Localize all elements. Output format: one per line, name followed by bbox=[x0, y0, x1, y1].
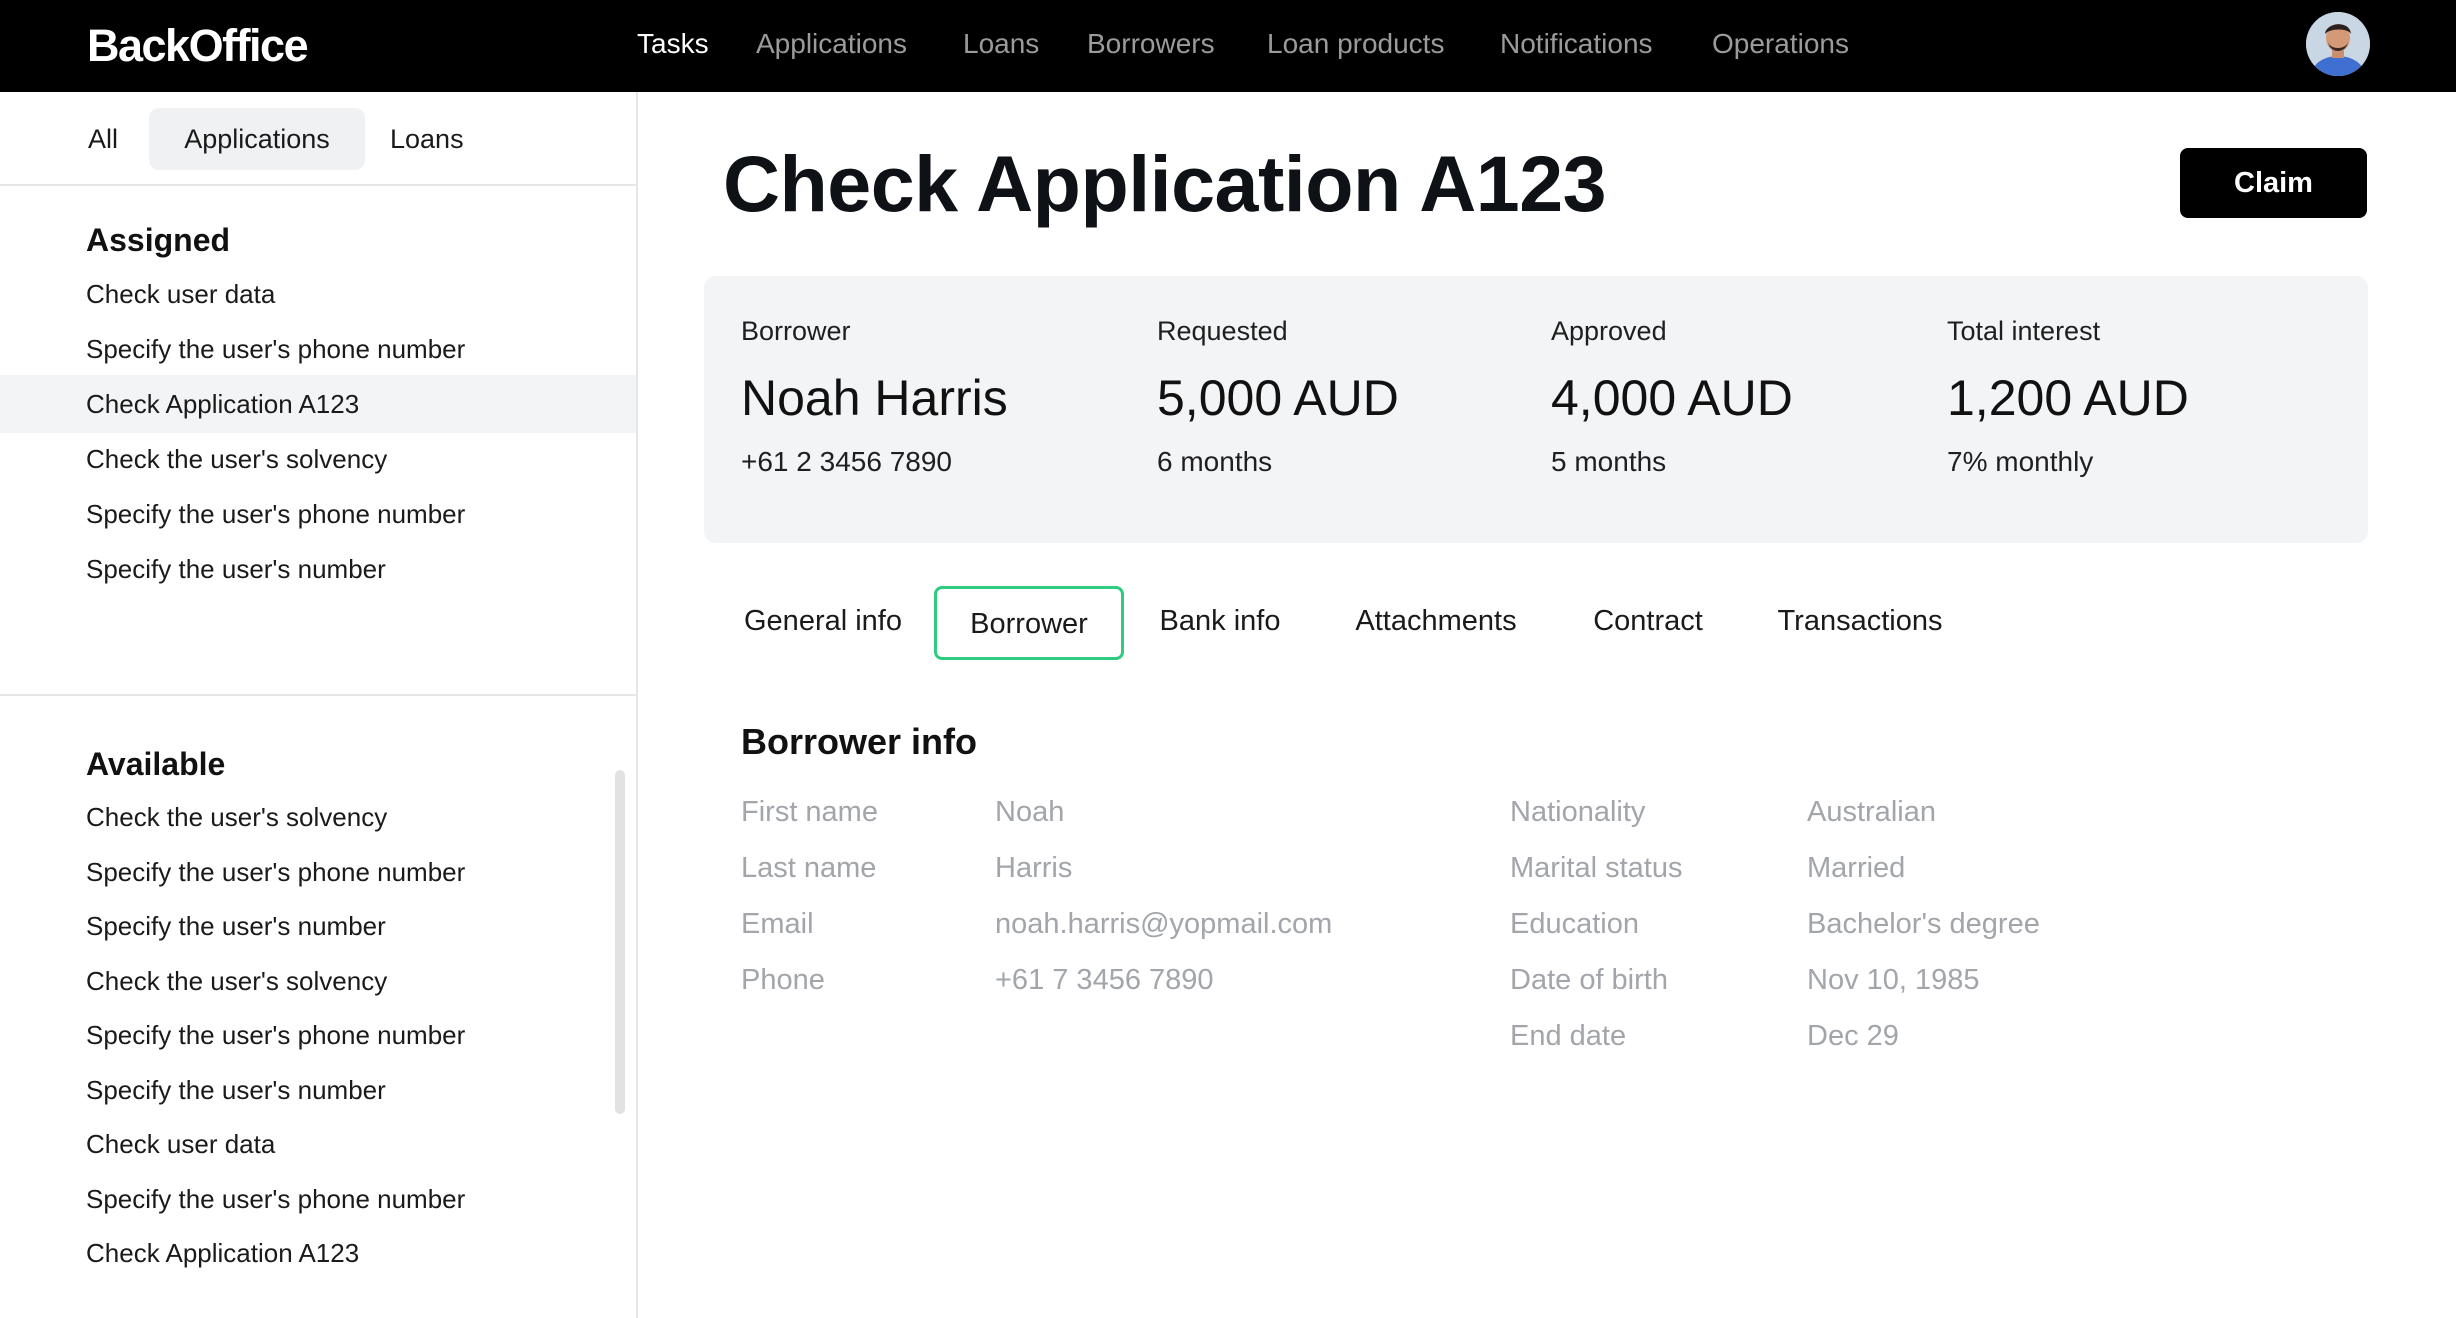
tab-bank-info[interactable]: Bank info bbox=[1143, 586, 1297, 660]
assigned-task-item[interactable]: Specify the user's number bbox=[0, 540, 636, 598]
tab-transactions[interactable]: Transactions bbox=[1762, 586, 1958, 660]
nav-item-loan-products[interactable]: Loan products bbox=[1267, 26, 1444, 62]
task-sidebar: All Applications Loans Assigned Check us… bbox=[0, 92, 638, 1318]
total-interest-label: Total interest bbox=[1947, 316, 2101, 346]
sidebar-divider bbox=[0, 694, 636, 696]
claim-button[interactable]: Claim bbox=[2180, 148, 2367, 218]
approved-amount: 4,000 AUD bbox=[1551, 370, 1793, 426]
nav-item-applications[interactable]: Applications bbox=[756, 26, 907, 62]
sidebar-divider bbox=[0, 184, 636, 186]
nav-item-borrowers[interactable]: Borrowers bbox=[1087, 26, 1215, 62]
requested-term: 6 months bbox=[1157, 446, 1273, 477]
nationality-value: Australian bbox=[1807, 796, 1936, 828]
nav-item-loans[interactable]: Loans bbox=[963, 26, 1039, 62]
available-task-item[interactable]: Check the user's solvency bbox=[0, 788, 636, 846]
end-date-label: End date bbox=[1510, 1020, 1627, 1052]
phone-value: +61 7 3456 7890 bbox=[995, 964, 1214, 996]
end-date-value: Dec 29 bbox=[1807, 1020, 1899, 1052]
assigned-task-item[interactable]: Check the user's solvency bbox=[0, 430, 636, 488]
top-bar: BackOffice Tasks Applications Loans Borr… bbox=[0, 0, 2456, 92]
nav-item-tasks[interactable]: Tasks bbox=[637, 26, 709, 62]
assigned-task-item[interactable]: Specify the user's phone number bbox=[0, 320, 636, 378]
nav-item-operations[interactable]: Operations bbox=[1712, 26, 1849, 62]
education-value: Bachelor's degree bbox=[1807, 908, 2040, 940]
marital-status-value: Married bbox=[1807, 852, 1906, 884]
available-task-item[interactable]: Specify the user's phone number bbox=[0, 843, 636, 901]
borrower-name: Noah Harris bbox=[741, 370, 1008, 426]
available-task-item[interactable]: Check the user's solvency bbox=[0, 952, 636, 1010]
assigned-task-item[interactable]: Specify the user's phone number bbox=[0, 485, 636, 543]
approved-term: 5 months bbox=[1551, 446, 1667, 477]
available-task-item[interactable]: Specify the user's phone number bbox=[0, 1170, 636, 1228]
assigned-task-item-selected[interactable]: Check Application A123 bbox=[0, 375, 636, 433]
total-interest-amount: 1,200 AUD bbox=[1947, 370, 2189, 426]
nav-item-notifications[interactable]: Notifications bbox=[1500, 26, 1653, 62]
borrower-phone: +61 2 3456 7890 bbox=[741, 446, 952, 477]
borrower-info-title: Borrower info bbox=[741, 721, 978, 762]
loan-summary-card: Borrower Noah Harris +61 2 3456 7890 Req… bbox=[704, 276, 2368, 543]
available-section-title: Available bbox=[86, 746, 226, 782]
sidebar-scrollbar[interactable] bbox=[615, 770, 625, 1114]
available-task-item[interactable]: Check user data bbox=[0, 1115, 636, 1173]
first-name-value: Noah bbox=[995, 796, 1065, 828]
interest-rate: 7% monthly bbox=[1947, 446, 2094, 477]
last-name-label: Last name bbox=[741, 852, 877, 884]
nationality-label: Nationality bbox=[1510, 796, 1646, 828]
last-name-value: Harris bbox=[995, 852, 1073, 884]
sidebar-tab-all[interactable]: All bbox=[76, 108, 134, 170]
available-task-item[interactable]: Specify the user's number bbox=[0, 897, 636, 955]
tab-contract[interactable]: Contract bbox=[1573, 586, 1723, 660]
available-task-item[interactable]: Specify the user's number bbox=[0, 1061, 636, 1119]
sidebar-tab-loans[interactable]: Loans bbox=[380, 108, 480, 170]
tab-borrower[interactable]: Borrower bbox=[934, 586, 1124, 660]
date-of-birth-value: Nov 10, 1985 bbox=[1807, 964, 1980, 996]
approved-label: Approved bbox=[1551, 316, 1667, 346]
page-title: Check Application A123 bbox=[723, 139, 1607, 228]
borrower-label: Borrower bbox=[741, 316, 851, 346]
email-label: Email bbox=[741, 908, 814, 940]
email-value: noah.harris@yopmail.com bbox=[995, 908, 1333, 940]
first-name-label: First name bbox=[741, 796, 878, 828]
education-label: Education bbox=[1510, 908, 1639, 940]
phone-label: Phone bbox=[741, 964, 825, 996]
available-task-item[interactable]: Check Application A123 bbox=[0, 1224, 636, 1282]
sidebar-tab-applications[interactable]: Applications bbox=[149, 108, 365, 170]
assigned-task-item[interactable]: Check user data bbox=[0, 265, 636, 323]
tab-general-info[interactable]: General info bbox=[728, 586, 918, 660]
available-task-item[interactable]: Specify the user's phone number bbox=[0, 1006, 636, 1064]
tab-attachments[interactable]: Attachments bbox=[1340, 586, 1532, 660]
requested-label: Requested bbox=[1157, 316, 1288, 346]
user-avatar[interactable] bbox=[2306, 12, 2370, 76]
assigned-section-title: Assigned bbox=[86, 222, 231, 258]
app-logo[interactable]: BackOffice bbox=[87, 18, 309, 74]
avatar-image bbox=[2306, 12, 2370, 76]
date-of-birth-label: Date of birth bbox=[1510, 964, 1668, 996]
requested-amount: 5,000 AUD bbox=[1157, 370, 1399, 426]
marital-status-label: Marital status bbox=[1510, 852, 1683, 884]
